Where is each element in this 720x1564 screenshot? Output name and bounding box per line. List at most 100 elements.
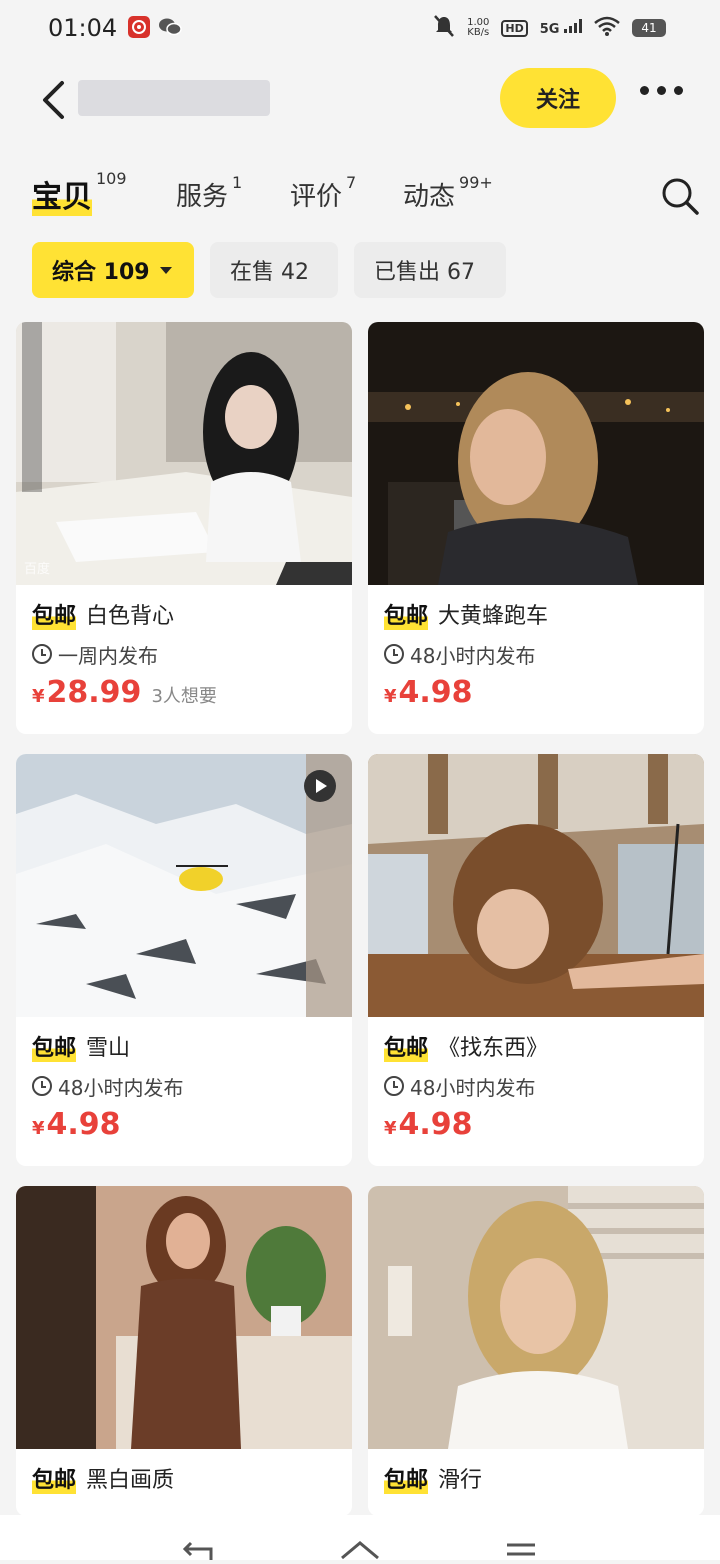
signal-bars-icon (564, 19, 582, 33)
publish-time-row: 48小时内发布 (384, 639, 688, 669)
publish-time-row: 48小时内发布 (32, 1071, 336, 1101)
publish-time-row: 48小时内发布 (384, 1071, 688, 1101)
more-dot-icon (657, 86, 666, 95)
product-title: 黑白画质 (86, 1468, 175, 1493)
tab-label: 评价 (290, 182, 343, 212)
price-row: ¥ 28.99 3人想要 (32, 675, 336, 710)
price-row: ¥ 4.98 (384, 675, 688, 710)
home-icon (341, 1541, 379, 1560)
menu-icon (507, 1543, 535, 1556)
tab-count: 1 (232, 173, 243, 192)
product-image (368, 322, 704, 585)
currency-symbol: ¥ (32, 1118, 45, 1139)
product-grid: 百度 包邮 白色背心 一周内发布 ¥ 28.99 3人想要 包邮 大黄蜂跑车 4… (16, 322, 706, 1516)
product-title: 白色背心 (86, 604, 175, 629)
shop-tabs: 宝贝 109 服务 1 评价 7 动态 99+ (0, 166, 720, 226)
filter-all[interactable]: 综合 109 (32, 242, 194, 298)
filter-sold[interactable]: 已售出 67 (354, 242, 506, 298)
product-image (16, 1186, 352, 1449)
product-card[interactable]: 包邮 滑行 (368, 1186, 704, 1516)
netease-music-icon (128, 16, 150, 38)
back-button[interactable] (40, 80, 66, 120)
product-price: 28.99 (46, 675, 142, 710)
tab-feed[interactable]: 动态 99+ (403, 173, 493, 213)
product-title-row: 包邮 《找东西》 (384, 1029, 688, 1063)
free-shipping-tag: 包邮 (384, 1462, 429, 1494)
want-count: 3人想要 (151, 686, 217, 707)
wechat-icon (158, 16, 182, 38)
tab-reviews[interactable]: 评价 7 (290, 173, 357, 213)
signal-indicator: 5G (540, 19, 582, 37)
filter-on-sale[interactable]: 在售 42 (210, 242, 338, 298)
signal-label: 5G (539, 22, 560, 37)
publish-time: 48小时内发布 (410, 643, 536, 668)
nav-menu-button[interactable] (505, 1541, 537, 1564)
more-dot-icon (674, 86, 683, 95)
tab-label: 动态 (403, 182, 456, 212)
price-row: ¥ 4.98 (32, 1107, 336, 1142)
shop-name-text (78, 80, 270, 116)
wifi-icon (594, 16, 620, 40)
nav-back-button[interactable] (182, 1541, 217, 1564)
caret-down-icon (159, 266, 172, 274)
more-dot-icon (640, 86, 649, 95)
status-time: 01:04 (48, 14, 118, 42)
publish-time: 48小时内发布 (410, 1075, 536, 1100)
chevron-left-icon (43, 81, 64, 119)
product-title: 雪山 (86, 1036, 131, 1061)
currency-symbol: ¥ (32, 686, 45, 707)
free-shipping-tag: 包邮 (384, 1030, 429, 1062)
network-speed-unit: KB/s (467, 27, 490, 38)
shop-header: 关注 (0, 60, 720, 140)
shop-name (78, 80, 270, 116)
search-icon (662, 178, 699, 215)
product-title-row: 包邮 白色背心 (32, 597, 336, 631)
hd-badge: HD (501, 19, 528, 37)
product-price: 4.98 (46, 1107, 121, 1142)
free-shipping-tag: 包邮 (32, 1462, 77, 1494)
more-button[interactable] (640, 86, 683, 95)
product-title: 《找东西》 (438, 1036, 549, 1061)
currency-symbol: ¥ (384, 1118, 397, 1139)
filter-label: 综合 109 (52, 260, 150, 285)
product-image (368, 1186, 704, 1449)
product-card[interactable]: 包邮 雪山 48小时内发布 ¥ 4.98 (16, 754, 352, 1166)
product-title: 滑行 (438, 1468, 483, 1493)
tab-services[interactable]: 服务 1 (176, 173, 243, 213)
free-shipping-tag: 包邮 (384, 598, 429, 630)
return-icon (182, 1541, 213, 1560)
tab-items[interactable]: 宝贝 109 (32, 171, 127, 216)
product-title: 大黄蜂跑车 (438, 604, 549, 629)
publish-time: 一周内发布 (58, 643, 158, 668)
tab-count: 99+ (459, 173, 493, 192)
nav-home-button[interactable] (340, 1541, 380, 1564)
tab-label: 服务 (176, 182, 229, 212)
video-play-icon (304, 770, 336, 802)
filter-label: 在售 42 (230, 260, 309, 285)
product-card[interactable]: 百度 包邮 白色背心 一周内发布 ¥ 28.99 3人想要 (16, 322, 352, 734)
product-card[interactable]: 包邮 黑白画质 (16, 1186, 352, 1516)
publish-time-row: 一周内发布 (32, 639, 336, 669)
system-nav-bar (0, 1515, 720, 1560)
filter-label: 已售出 67 (374, 260, 475, 285)
network-speed: 1.00 KB/s (467, 18, 489, 38)
product-image: 百度 (16, 322, 352, 585)
product-title-row: 包邮 大黄蜂跑车 (384, 597, 688, 631)
tab-label: 宝贝 (32, 172, 92, 216)
publish-time: 48小时内发布 (58, 1075, 184, 1100)
product-title-row: 包邮 黑白画质 (32, 1461, 336, 1495)
clock-icon (384, 644, 404, 664)
currency-symbol: ¥ (384, 686, 397, 707)
mute-icon (433, 14, 455, 42)
status-bar: 01:04 1.00 KB/s HD 5G 41 (0, 0, 720, 56)
search-button[interactable] (660, 176, 700, 216)
product-card[interactable]: 包邮 大黄蜂跑车 48小时内发布 ¥ 4.98 (368, 322, 704, 734)
image-watermark: 百度 (24, 562, 51, 577)
product-card[interactable]: 包邮 《找东西》 48小时内发布 ¥ 4.98 (368, 754, 704, 1166)
free-shipping-tag: 包邮 (32, 598, 77, 630)
product-price: 4.98 (398, 1107, 473, 1142)
filter-chips: 综合 109 在售 42 已售出 67 (32, 242, 506, 298)
tab-count: 7 (346, 173, 357, 192)
product-image (368, 754, 704, 1017)
follow-button[interactable]: 关注 (500, 68, 616, 128)
